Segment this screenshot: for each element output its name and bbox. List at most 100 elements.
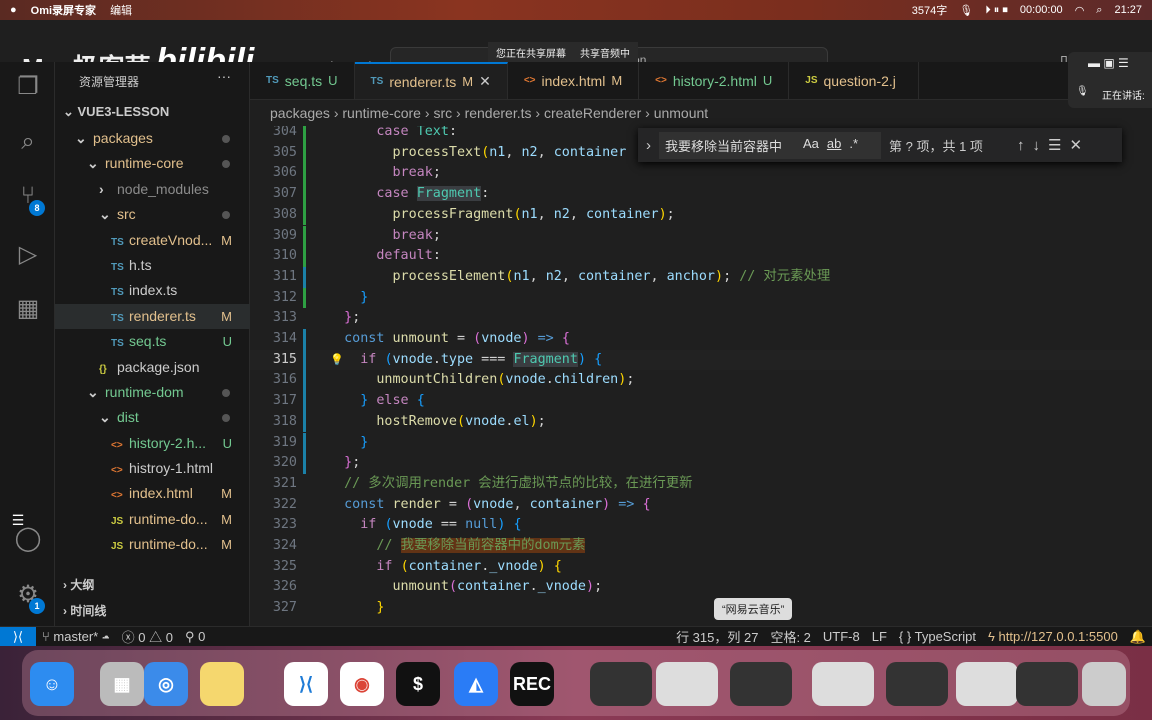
dock-app-safari-icon[interactable]: ◎	[144, 662, 188, 706]
ports-status[interactable]: ⚲ 0	[179, 629, 211, 645]
code-editor[interactable]: 304 case Text: 305 processText(n1, n2, co…	[250, 126, 1152, 626]
code-text: } else {	[328, 391, 425, 412]
tree-item[interactable]: {} package.json	[55, 355, 250, 380]
remote-icon[interactable]: ⟩⟨	[0, 626, 36, 647]
find-input[interactable]: 我要移除当前容器中 Aa ab .*	[659, 131, 881, 159]
eol[interactable]: LF	[866, 629, 893, 644]
tree-item[interactable]: ⌄ src	[55, 202, 250, 227]
dock-window-thumbnail[interactable]	[886, 662, 948, 706]
tree-item[interactable]: TS renderer.ts M	[55, 303, 250, 330]
dock-app-lark-icon[interactable]: ◭	[454, 662, 498, 706]
breadcrumb-item[interactable]: renderer.ts	[465, 105, 532, 121]
dock-window-thumbnail[interactable]	[1016, 662, 1078, 706]
live-server[interactable]: ϟ http://127.0.0.1:5500	[982, 629, 1124, 644]
tree-item[interactable]: ⌄ dist	[55, 405, 250, 430]
tree-item-label: node_modules	[117, 180, 209, 197]
trash-icon[interactable]	[1082, 662, 1126, 706]
encoding[interactable]: UTF-8	[817, 629, 866, 644]
outline-section[interactable]: › 大纲	[63, 576, 94, 593]
meeting-controls-icon[interactable]: ▬ ▣ ☰	[1088, 56, 1129, 70]
dock-window-thumbnail[interactable]	[590, 662, 652, 706]
workspace-root[interactable]: ⌄ VUE3-LESSON	[63, 104, 169, 120]
dock-window-thumbnail[interactable]	[812, 662, 874, 706]
breadcrumb-item[interactable]: unmount	[654, 105, 708, 121]
code-token: ;	[537, 413, 546, 429]
close-find-icon[interactable]: ✕	[1069, 136, 1082, 154]
cursor-position[interactable]: 行 315，列 27	[670, 627, 764, 646]
tree-item[interactable]: JS runtime-do... M	[55, 507, 250, 532]
mic-icon: 🎙	[1076, 86, 1089, 97]
breadcrumb-item[interactable]: packages	[270, 105, 330, 121]
dock-app-finder-icon[interactable]: ☺	[30, 662, 74, 706]
tab-index-html[interactable]: <> index.html M	[508, 62, 640, 99]
tab-label: seq.ts	[284, 72, 323, 89]
apple-icon[interactable]: ●	[10, 4, 17, 16]
dock-app-launchpad-icon[interactable]: ▦	[100, 662, 144, 706]
tree-item[interactable]: TS h.ts	[55, 253, 250, 278]
code-token: vnode	[392, 351, 433, 367]
dock-app-visual-studio-code-icon[interactable]: ⟩⟨	[284, 662, 328, 706]
tree-item[interactable]: ⌄ runtime-core	[55, 151, 250, 176]
tab-seq-ts[interactable]: TS seq.ts U	[250, 62, 355, 99]
breadcrumb-item[interactable]: runtime-core	[342, 105, 421, 121]
tab-question-2-j[interactable]: JS question-2.j	[789, 62, 919, 99]
dock-app-rec-icon[interactable]: REC	[510, 662, 554, 706]
code-token: el	[513, 413, 530, 429]
tooltip-text: “网易云音乐”	[722, 604, 785, 616]
extensions-icon[interactable]: ▦	[14, 294, 42, 323]
tree-item[interactable]: TS index.ts	[55, 278, 250, 303]
menu-edit[interactable]: 编辑	[110, 2, 132, 18]
indentation[interactable]: 空格: 2	[764, 627, 816, 646]
dock-window-thumbnail[interactable]	[656, 662, 718, 706]
tab-renderer-ts[interactable]: TS renderer.ts M ✕	[354, 62, 508, 99]
breadcrumb-item[interactable]: src	[433, 105, 452, 121]
tree-item[interactable]: <> histroy-1.html	[55, 456, 250, 481]
close-tab-icon[interactable]: ✕	[479, 73, 491, 90]
dock-app-chrome-icon[interactable]: ◉	[340, 662, 384, 706]
account-icon[interactable]: ◯	[14, 524, 42, 553]
whole-word-toggle[interactable]: ab	[827, 136, 841, 155]
problems-status[interactable]: ⓧ 0 △ 0	[116, 627, 179, 646]
find-in-selection-icon[interactable]: ☰	[1048, 136, 1061, 154]
run-debug-icon[interactable]: ▷	[14, 240, 42, 269]
tree-item[interactable]: TS seq.ts U	[55, 329, 250, 354]
chevron-down-icon: ⌄	[87, 155, 99, 172]
mic-icon[interactable]: 🎙	[959, 4, 973, 17]
branch-status[interactable]: ⑂ master* ☁	[36, 629, 116, 644]
dock-window-thumbnail[interactable]	[956, 662, 1018, 706]
code-token: =	[440, 496, 466, 512]
code-token: )	[521, 331, 530, 346]
explorer-icon[interactable]: ❐	[14, 72, 42, 101]
code-text: unmountChildren(vnode.children);	[328, 370, 634, 391]
dock-app-notes-icon[interactable]	[200, 662, 244, 706]
tree-item[interactable]: JS runtime-do... M	[55, 532, 250, 557]
language-mode[interactable]: { } TypeScript	[893, 629, 982, 644]
search-icon[interactable]: ⌕	[1096, 4, 1102, 17]
git-gutter-marker	[303, 266, 306, 288]
menu-app-name[interactable]: Omi录屏专家	[31, 2, 96, 18]
code-token: n2	[545, 268, 562, 284]
breadcrumb-item[interactable]: createRenderer	[544, 105, 641, 121]
tree-item[interactable]: › node_modules	[55, 177, 250, 202]
toggle-replace-icon[interactable]: ›	[646, 137, 651, 154]
file-type-icon: TS	[370, 76, 384, 87]
dock-app-terminal-icon[interactable]: $	[396, 662, 440, 706]
more-actions-button[interactable]: ···	[217, 68, 231, 84]
tree-item[interactable]: TS createVnod... M	[55, 228, 250, 253]
regex-toggle[interactable]: .*	[849, 136, 858, 155]
dock-window-thumbnail[interactable]	[730, 662, 792, 706]
tab-history-2-html[interactable]: <> history-2.html U	[639, 62, 790, 99]
code-token: (	[400, 558, 409, 574]
match-case-toggle[interactable]: Aa	[803, 136, 819, 155]
wifi-icon[interactable]: ◠	[1075, 4, 1085, 17]
tree-item[interactable]: ⌄ packages	[55, 126, 250, 151]
tree-item[interactable]: <> history-2.h... U	[55, 431, 250, 456]
notifications-icon[interactable]: 🔔	[1124, 629, 1152, 645]
record-controls-icon[interactable]: ⏵ ⏸ ⏹	[985, 4, 1008, 17]
next-match-icon[interactable]: ↓	[1033, 137, 1041, 154]
timeline-section[interactable]: › 时间线	[63, 602, 106, 619]
previous-match-icon[interactable]: ↑	[1017, 137, 1025, 154]
search-icon[interactable]: ⌕	[14, 128, 42, 156]
tree-item[interactable]: ⌄ runtime-dom	[55, 380, 250, 405]
tree-item[interactable]: <> index.html M	[55, 481, 250, 506]
